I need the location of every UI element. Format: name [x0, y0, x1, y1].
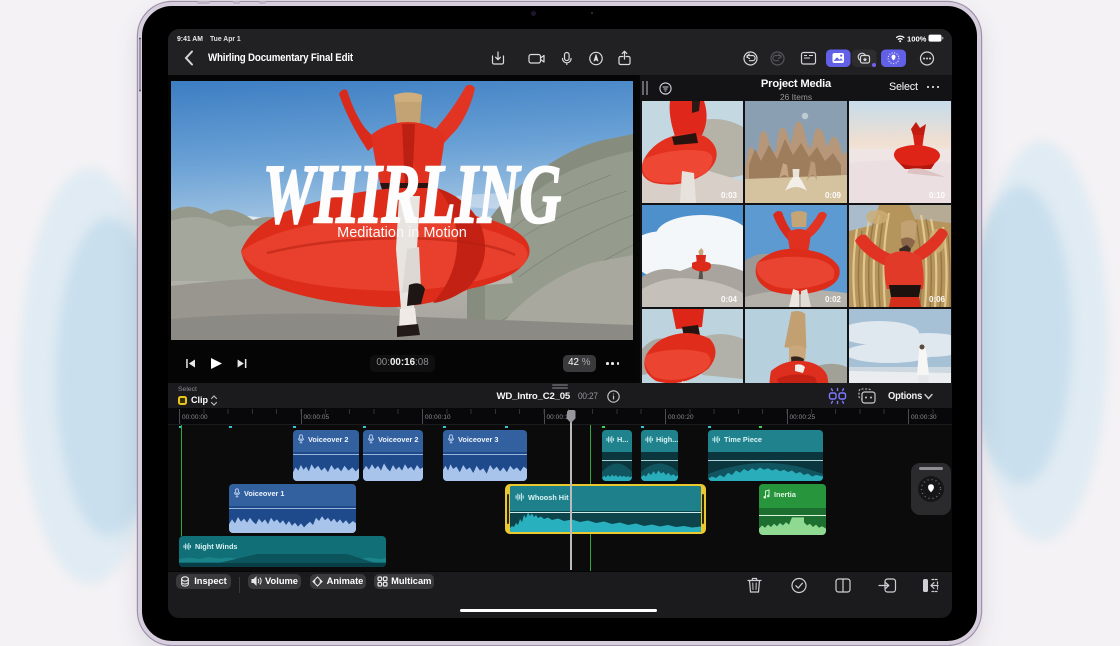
svg-text:Meditation in Motion: Meditation in Motion [337, 225, 467, 241]
svg-text:0:04: 0:04 [721, 295, 738, 304]
svg-text:0:06: 0:06 [929, 295, 946, 304]
svg-text:0:10: 0:10 [929, 191, 946, 200]
svg-text:0:09: 0:09 [825, 191, 842, 200]
svg-text:100%: 100% [907, 35, 927, 43]
svg-text:0:02: 0:02 [825, 295, 842, 304]
svg-text:0:03: 0:03 [721, 191, 738, 200]
